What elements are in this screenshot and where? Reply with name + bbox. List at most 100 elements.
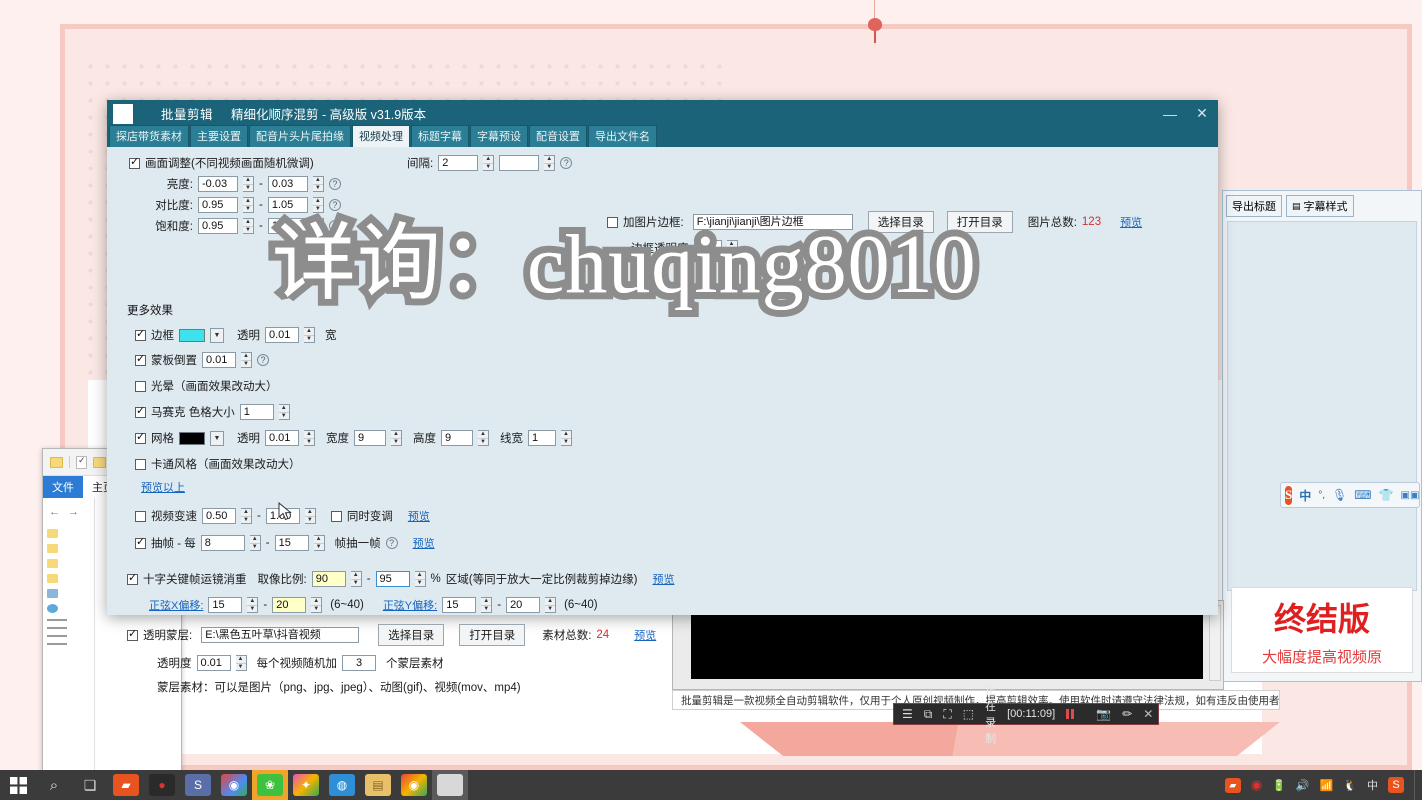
sine-x-min-input[interactable]: 15	[208, 597, 243, 613]
tab-video-processing[interactable]: 视频处理	[352, 125, 410, 147]
grid-height-spinner[interactable]: ▲ ▼	[478, 430, 489, 446]
help-icon[interactable]: ?	[328, 178, 341, 190]
brightness-min-input[interactable]: -0.03	[198, 176, 238, 192]
check-document-icon[interactable]	[76, 455, 87, 469]
taskbar-app-window[interactable]	[432, 770, 468, 800]
tab-export-filename[interactable]: 导出文件名	[588, 125, 657, 147]
subtitle-style-panel[interactable]: 导出标题 ▤ 字幕样式 终结版 大幅度提高视频原	[1222, 190, 1422, 682]
skin-icon[interactable]: 👕	[1379, 488, 1394, 502]
nav-item[interactable]	[43, 624, 94, 632]
punctuation-icon[interactable]: °,	[1318, 490, 1325, 501]
border-alpha-spinner[interactable]: ▲ ▼	[304, 327, 315, 343]
grid-linewidth-spinner[interactable]: ▲ ▼	[561, 430, 572, 446]
tab-shop-material[interactable]: 探店带货素材	[109, 125, 189, 147]
tab-main-settings[interactable]: 主要设置	[190, 125, 248, 147]
frame-drop-max-spinner[interactable]: ▲ ▼	[313, 535, 325, 551]
mask-layer-preview-link[interactable]: 预览	[634, 627, 656, 643]
video-speed-min-spinner[interactable]: ▲ ▼	[241, 508, 252, 524]
grid-color-dropdown-icon[interactable]: ▼	[210, 430, 224, 446]
keyframe-checkbox[interactable]	[127, 571, 138, 585]
frame-drop-max-input[interactable]: 15	[274, 535, 309, 551]
contrast-row[interactable]: 对比度: 0.95 ▲ ▼ - 1.05 ▲ ▼ ?	[151, 197, 485, 213]
nav-item[interactable]	[43, 616, 94, 624]
video-speed-max-spinner[interactable]: ▲ ▼	[304, 508, 316, 524]
sogou-tray-icon[interactable]: S	[1388, 777, 1404, 793]
brightness-max-input[interactable]: 0.03	[267, 176, 308, 192]
volume-icon[interactable]: 🔊	[1296, 779, 1310, 792]
help-icon[interactable]: ?	[385, 537, 398, 549]
contrast-min-input[interactable]: 0.95	[198, 197, 238, 213]
halo-row[interactable]: 光晕（画面效果改动大）	[135, 378, 572, 394]
region-icon[interactable]: ⧉	[924, 707, 933, 722]
image-border-row[interactable]: 加图片边框: F:\jianji\jianji\图片边框 选择目录 打开目录 图…	[607, 211, 1142, 233]
sine-x-label[interactable]: 正弦X偏移:	[149, 597, 203, 613]
image-border-open-dir-button[interactable]: 打开目录	[946, 211, 1013, 233]
sogou-logo-icon[interactable]: S	[1285, 485, 1293, 505]
border-opacity-input[interactable]: 1	[693, 240, 722, 256]
taskbar-app-recorder[interactable]: ▰	[108, 770, 144, 800]
nav-item[interactable]	[43, 571, 94, 586]
sogou-ime-bar[interactable]: S 中 °, 🎙 ⌨ 👕 ▣▣	[1280, 482, 1420, 508]
grid-alpha-spinner[interactable]: ▲ ▼	[304, 430, 315, 446]
show-desktop-button[interactable]	[1414, 770, 1422, 800]
mask-opacity-input[interactable]: 0.01	[196, 655, 231, 671]
recorder-tray-icon[interactable]: ▰	[1224, 777, 1241, 793]
mask-random-input[interactable]: 3	[342, 655, 376, 671]
pen-icon[interactable]: ✏	[1122, 707, 1132, 721]
folder-icon-2[interactable]	[93, 456, 106, 468]
mask-invert-checkbox[interactable]	[135, 352, 146, 366]
mosaic-row[interactable]: 马赛克 色格大小 1 ▲▼	[135, 404, 572, 420]
grid-color-swatch[interactable]	[179, 431, 205, 445]
tab-subtitle-preset[interactable]: 字幕预设	[470, 125, 528, 147]
image-border-preview-link[interactable]: 预览	[1120, 214, 1142, 230]
sine-x-min-spinner[interactable]: ▲ ▼	[247, 597, 259, 613]
screen-recorder-bar[interactable]: ☰ ⧉ ⛶ ⬚ 正在录制 [00:11:09] 📷 ✏ ✕	[893, 685, 1159, 745]
ratio-max-input[interactable]: 95	[375, 571, 410, 587]
help-icon[interactable]: ?	[257, 354, 269, 366]
saturation-min-spinner[interactable]: ▲ ▼	[243, 218, 254, 234]
help-icon[interactable]: ?	[328, 199, 341, 211]
mask-layer-open-dir-button[interactable]: 打开目录	[459, 624, 526, 646]
sine-y-label[interactable]: 正弦Y偏移:	[383, 597, 437, 613]
sine-y-min-input[interactable]: 15	[442, 597, 477, 613]
minimize-button[interactable]: —	[1154, 100, 1186, 127]
ime-tray-mode[interactable]: 中	[1367, 777, 1378, 793]
explorer-nav-pane[interactable]: ← →	[43, 498, 95, 775]
system-tray[interactable]: ▰ ◉ 🔋 🔊 📶 🐧 中 S	[1224, 777, 1414, 793]
grid-row[interactable]: 网格 ▼ 透明 0.01 ▲▼ 宽度 9 ▲▼ 高度 9 ▲▼ 线宽 1 ▲▼	[135, 430, 572, 446]
keyboard-icon[interactable]: ⌨	[1354, 488, 1371, 502]
border-alpha-input[interactable]: 0.01	[265, 327, 299, 343]
forward-icon[interactable]: →	[68, 506, 79, 518]
interval-spinner[interactable]: ▲ ▼	[483, 155, 495, 171]
video-speed-checkbox[interactable]	[135, 510, 146, 522]
mask-invert-input[interactable]: 0.01	[202, 352, 236, 368]
mosaic-size-input[interactable]: 1	[239, 404, 274, 420]
mask-invert-row[interactable]: 蒙板倒置 0.01 ▲▼ ?	[135, 352, 572, 368]
frame-drop-checkbox[interactable]	[135, 535, 146, 549]
help-icon[interactable]: ?	[328, 220, 341, 232]
grid-linewidth-input[interactable]: 1	[528, 430, 556, 446]
grid-width-spinner[interactable]: ▲ ▼	[391, 430, 402, 446]
mask-layer-choose-dir-button[interactable]: 选择目录	[378, 624, 445, 646]
speed-preview-link[interactable]: 预览	[408, 508, 430, 524]
video-speed-row[interactable]: 视频变速 0.50 ▲▼ - 1.00 ▲▼ 同时变调 预览	[135, 508, 572, 524]
interval-second-input[interactable]	[499, 155, 540, 171]
image-border-path-input[interactable]: F:\jianji\jianji\图片边框	[692, 214, 853, 230]
wifi-icon[interactable]: 📶	[1320, 779, 1334, 792]
picture-adjust-checkbox[interactable]	[129, 155, 140, 169]
battery-icon[interactable]: 🔋	[1272, 779, 1286, 792]
sine-x-max-spinner[interactable]: ▲ ▼	[311, 597, 323, 613]
record-tray-icon[interactable]: ◉	[1251, 777, 1262, 793]
task-view-button[interactable]: ❏	[72, 770, 108, 800]
explorer-nav-arrows[interactable]: ← →	[43, 504, 94, 526]
interval-second-spinner[interactable]: ▲ ▼	[544, 155, 556, 171]
saturation-min-input[interactable]: 0.95	[198, 218, 238, 234]
border-color-swatch[interactable]	[179, 328, 205, 342]
frame-drop-min-spinner[interactable]: ▲ ▼	[249, 535, 261, 551]
ratio-min-spinner[interactable]: ▲ ▼	[350, 571, 362, 587]
frame-drop-row[interactable]: 抽帧 - 每 8 ▲▼ - 15 ▲▼ 帧抽一帧 ? 预览	[135, 535, 572, 551]
nav-item[interactable]	[43, 586, 94, 601]
contrast-min-spinner[interactable]: ▲ ▼	[243, 197, 254, 213]
folder-icon[interactable]	[50, 456, 63, 468]
taskbar-app-chrome[interactable]: ◉	[216, 770, 252, 800]
